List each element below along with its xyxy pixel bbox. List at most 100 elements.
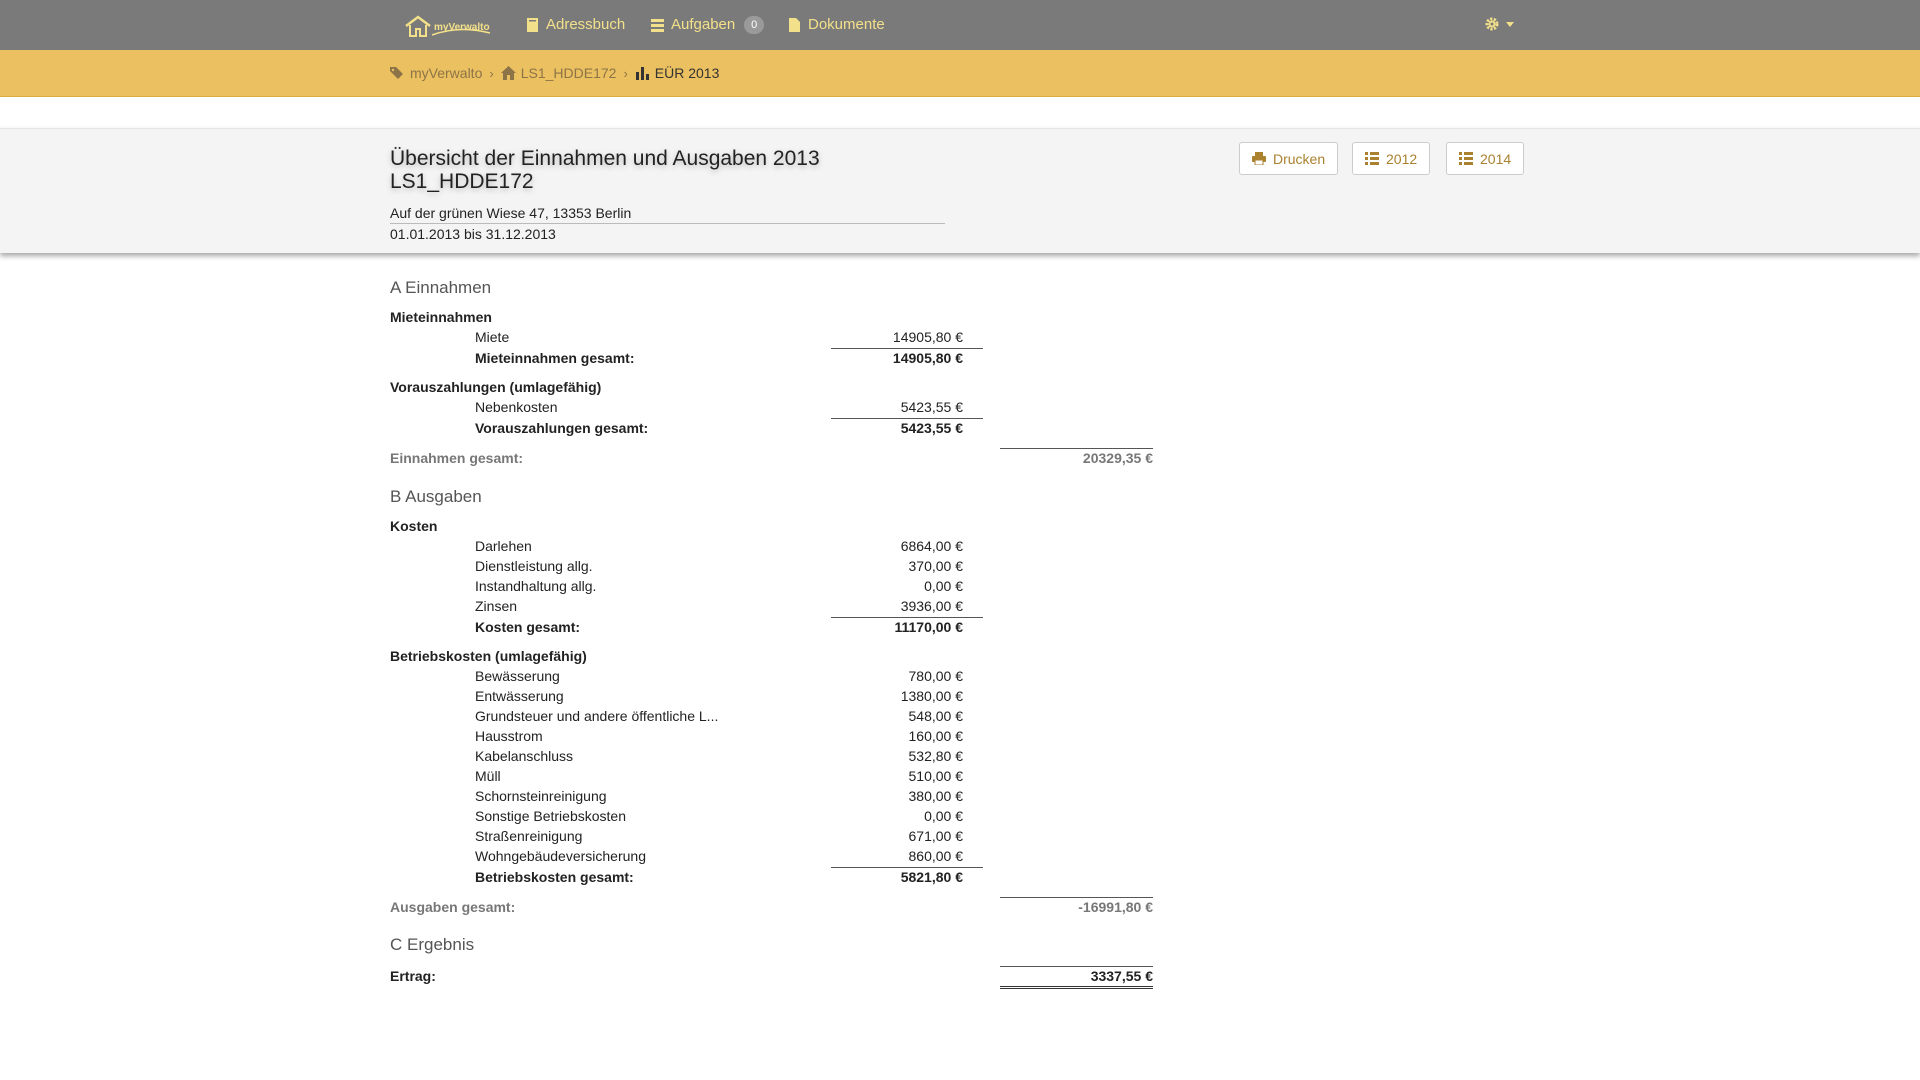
next-year-button[interactable]: 2014	[1446, 142, 1525, 175]
breadcrumb-current: EÜR 2013	[635, 65, 720, 81]
breadcrumb-root[interactable]: myVerwalto	[390, 65, 482, 81]
list-item-value: 6864,00 €	[900, 538, 963, 554]
costs-total-value: 11170,00 €	[894, 619, 963, 635]
page-title: Übersicht der Einnahmen und Ausgaben 201…	[390, 147, 820, 193]
breadcrumb-separator: ›	[489, 65, 494, 81]
list-item-label: Hausstrom	[475, 728, 543, 744]
list-item-label: Dienstleistung allg.	[475, 558, 593, 574]
rent-total-label: Mieteinnahmen gesamt:	[475, 350, 635, 366]
list-item-label: Miete	[475, 329, 510, 345]
prev-year-button[interactable]: 2012	[1352, 142, 1431, 175]
list-item-label: Wohngebäudeversicherung	[475, 848, 646, 864]
list-item-label: Instandhaltung allg.	[475, 578, 597, 594]
list-item-value: 14905,80 €	[892, 329, 963, 345]
group-costs: Kosten	[390, 518, 438, 534]
total-divider	[1000, 448, 1153, 449]
section-expenses-heading: B Ausgaben	[390, 487, 482, 506]
list-item-value: 5423,55 €	[900, 399, 963, 415]
subtotal-divider	[831, 348, 983, 349]
tags-icon	[390, 67, 403, 79]
subtotal-divider	[831, 617, 983, 618]
result-double-underline	[1000, 986, 1153, 989]
brand-logo[interactable]: myVerwalto	[404, 13, 494, 39]
nav-documents-label: Dokumente	[808, 16, 885, 33]
list-item-value: 532,80 €	[908, 748, 964, 764]
breadcrumb: myVerwalto › LS1_HDDE172 › EÜR 2013	[0, 50, 1920, 97]
list-item-label: Straßenreinigung	[475, 828, 583, 844]
list-icon	[1459, 152, 1473, 165]
prev-year-label: 2012	[1386, 150, 1418, 167]
list-item-value: 860,00 €	[908, 848, 964, 864]
list-item-label: Zinsen	[475, 598, 518, 614]
group-advance-payments: Vorauszahlungen (umlagefähig)	[390, 379, 602, 395]
list-item-label: Entwässerung	[475, 688, 564, 704]
gear-icon	[1485, 17, 1499, 31]
page-title-line2: LS1_HDDE172	[390, 170, 534, 193]
breadcrumb-separator: ›	[623, 65, 628, 81]
group-operating-costs: Betriebskosten (umlagefähig)	[390, 648, 587, 664]
income-total-value: 20329,35 €	[1082, 450, 1153, 466]
rent-total-value: 14905,80 €	[892, 350, 963, 366]
list-item-label: Sonstige Betriebskosten	[475, 808, 626, 824]
total-divider	[1000, 897, 1153, 898]
print-button-label: Drucken	[1273, 150, 1326, 167]
advance-total-value: 5423,55 €	[900, 420, 963, 436]
bar-chart-icon	[635, 67, 649, 80]
nav-tasks-label: Aufgaben	[671, 16, 736, 33]
top-navbar: myVerwalto Adressbuch Aufgaben 0 Dokumen…	[0, 0, 1920, 51]
operating-total-value: 5821,80 €	[900, 869, 963, 885]
tasks-list-icon	[651, 19, 664, 32]
list-item-label: Bewässerung	[475, 668, 560, 684]
list-item-value: 0,00 €	[924, 578, 963, 594]
home-icon	[500, 66, 516, 80]
nav-documents[interactable]: Dokumente	[788, 0, 885, 50]
print-icon	[1252, 152, 1266, 165]
nav-address-book[interactable]: Adressbuch	[526, 0, 625, 50]
list-item-value: 160,00 €	[908, 728, 964, 744]
result-label: Ertrag:	[390, 968, 436, 984]
breadcrumb-current-label: EÜR 2013	[654, 65, 720, 81]
section-result-heading: C Ergebnis	[390, 935, 475, 954]
list-item-value: 671,00 €	[908, 828, 964, 844]
property-address: Auf der grünen Wiese 47, 13353 Berlin	[390, 203, 945, 224]
subtotal-divider	[831, 867, 983, 868]
list-item-value: 3936,00 €	[900, 598, 963, 614]
income-total-label: Einnahmen gesamt:	[390, 450, 524, 466]
list-item-label: Kabelanschluss	[475, 748, 574, 764]
list-item-value: 780,00 €	[908, 668, 964, 684]
subtotal-divider	[831, 418, 983, 419]
list-item-value: 510,00 €	[908, 768, 964, 784]
costs-total-label: Kosten gesamt:	[475, 619, 581, 635]
list-item-label: Grundsteuer und andere öffentliche L...	[475, 708, 719, 724]
report-period: 01.01.2013 bis 31.12.2013	[390, 226, 556, 242]
tasks-count-badge: 0	[744, 16, 765, 34]
brand-name: myVerwalto	[434, 22, 490, 33]
breadcrumb-property-label: LS1_HDDE172	[520, 65, 617, 81]
list-item-label: Darlehen	[475, 538, 532, 554]
nav-address-book-label: Adressbuch	[546, 16, 626, 33]
breadcrumb-property[interactable]: LS1_HDDE172	[500, 65, 617, 81]
nav-tasks[interactable]: Aufgaben 0	[651, 0, 765, 50]
list-item-value: 370,00 €	[908, 558, 964, 574]
list-item-value: 380,00 €	[908, 788, 964, 804]
list-icon	[1365, 152, 1379, 165]
document-icon	[789, 18, 800, 32]
next-year-label: 2014	[1480, 150, 1512, 167]
chevron-down-icon	[1506, 21, 1514, 27]
advance-total-label: Vorauszahlungen gesamt:	[475, 420, 649, 436]
total-divider	[1000, 966, 1153, 967]
list-item-label: Schornsteinreinigung	[475, 788, 607, 804]
book-icon	[527, 18, 538, 32]
print-button[interactable]: Drucken	[1239, 142, 1339, 175]
result-value: 3337,55 €	[1090, 968, 1153, 984]
group-rent: Mieteinnahmen	[390, 309, 492, 325]
list-item-value: 548,00 €	[908, 708, 964, 724]
expenses-total-value: -16991,80 €	[1078, 899, 1153, 915]
list-item-value: 0,00 €	[924, 808, 963, 824]
list-item-value: 1380,00 €	[900, 688, 963, 704]
settings-menu[interactable]	[1484, 16, 1514, 32]
expenses-total-label: Ausgaben gesamt:	[390, 899, 516, 915]
list-item-label: Müll	[475, 768, 501, 784]
list-item-label: Nebenkosten	[475, 399, 558, 415]
operating-total-label: Betriebskosten gesamt:	[475, 869, 634, 885]
